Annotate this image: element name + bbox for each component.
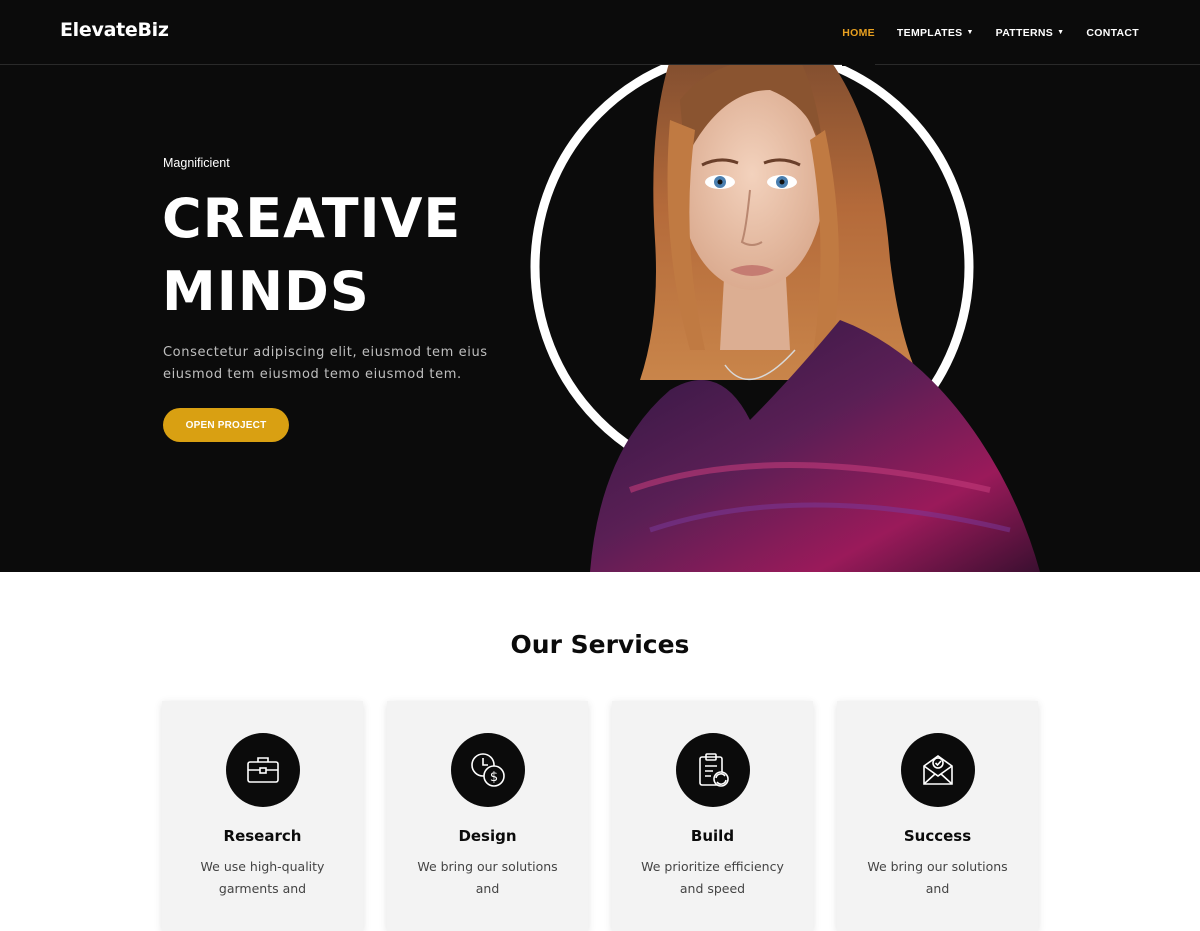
svg-text:$: $ (490, 770, 498, 785)
hero-title: CREATIVE MINDS (162, 182, 461, 328)
service-card-text: We prioritize efficiency and speed (641, 859, 784, 896)
nav-item-home-label: HOME (842, 26, 875, 39)
hero-description: Consectetur adipiscing elit, eiusmod tem… (163, 345, 488, 382)
clipboard-refresh-icon (676, 733, 750, 807)
services-cards: Research We use high-quality garments an… (162, 701, 1038, 931)
nav-item-home[interactable]: HOME (842, 0, 875, 66)
site-header: ElevateBiz HOME TEMPLATES ▼ PATTERNS ▼ C… (0, 0, 1200, 66)
service-card-text: We bring our solutions and (417, 859, 558, 896)
hero-portrait-image (530, 35, 1040, 572)
open-project-button[interactable]: OPEN PROJECT (163, 408, 289, 442)
nav-item-contact-label: CONTACT (1086, 26, 1139, 39)
nav-item-templates-label: TEMPLATES (896, 26, 963, 39)
main-nav: HOME TEMPLATES ▼ PATTERNS ▼ CONTACT (842, 0, 1139, 66)
service-card-text: We use high-quality garments and (200, 859, 325, 896)
nav-item-patterns[interactable]: PATTERNS ▼ (996, 0, 1065, 65)
service-card-design[interactable]: $ Design We bring our solutions and (387, 701, 588, 931)
chevron-down-icon: ▼ (1057, 29, 1065, 36)
hero-title-line-2: MINDS (162, 260, 370, 323)
nav-item-templates[interactable]: TEMPLATES ▼ (897, 0, 974, 65)
services-title: Our Services (510, 630, 690, 659)
service-card-success[interactable]: Success We bring our solutions and (837, 701, 1038, 931)
service-card-title: Success (903, 827, 972, 845)
clock-dollar-icon: $ (451, 733, 525, 807)
hero-section: Magnificient CREATIVE MINDS Consectetur … (0, 0, 1200, 572)
mail-check-icon (901, 733, 975, 807)
nav-item-patterns-label: PATTERNS (995, 26, 1054, 39)
service-card-title: Build (690, 827, 735, 845)
hero-eyebrow: Magnificient (163, 156, 230, 170)
service-card-title: Research (223, 827, 302, 845)
service-card-text: We bring our solutions and (867, 859, 1008, 896)
briefcase-icon (226, 733, 300, 807)
chevron-down-icon: ▼ (966, 29, 974, 36)
nav-item-contact[interactable]: CONTACT (1086, 0, 1139, 65)
site-logo[interactable]: ElevateBiz (60, 19, 169, 41)
hero-title-line-1: CREATIVE (162, 187, 462, 250)
service-card-research[interactable]: Research We use high-quality garments an… (162, 701, 363, 931)
service-card-build[interactable]: Build We prioritize efficiency and speed (612, 701, 813, 931)
service-card-title: Design (458, 827, 517, 845)
